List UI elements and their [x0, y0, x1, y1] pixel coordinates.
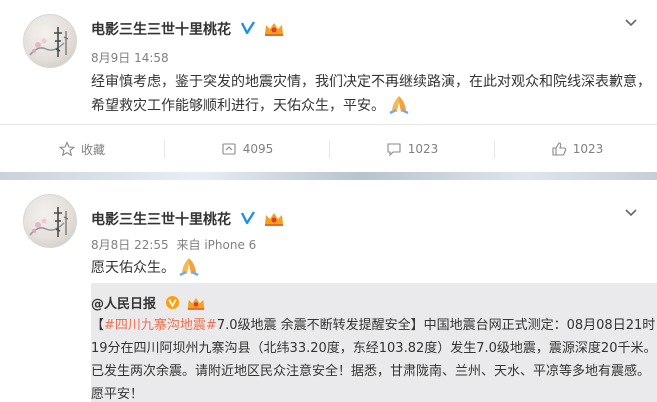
vip-crown-icon[interactable] [186, 296, 206, 311]
topic-link[interactable]: #四川九寨沟地震# [104, 318, 217, 333]
pray-emoji-icon [179, 258, 199, 276]
thumbs-up-icon [552, 142, 567, 156]
repost-author[interactable]: @人民日报 [91, 293, 206, 312]
like-button[interactable]: 1023 [495, 125, 657, 173]
post-text: 愿天佑众生。 [91, 256, 651, 280]
author-name[interactable]: 电影三生三世十里桃花 [91, 19, 285, 39]
avatar-image [29, 207, 69, 237]
comment-button[interactable]: 1023 [330, 125, 494, 173]
post-text: 经审慎考虑，鉴于突发的地震灾情，我们决定不再继续路演，在此对观众和院线深表歉意，… [91, 74, 651, 114]
chevron-down-icon[interactable] [623, 205, 639, 221]
avatar[interactable] [23, 194, 77, 248]
author-name[interactable]: 电影三生三世十里桃花 [91, 209, 285, 229]
post-time[interactable]: 8月8日 22:55 [91, 238, 169, 252]
post-source[interactable]: iPhone 6 [204, 238, 256, 252]
post-time[interactable]: 8月9日 14:58 [91, 49, 169, 66]
repost-text: 【#四川九寨沟地震#7.0级地震 余震不断转发提醒安全】中国地震台网正式测定：0… [91, 318, 657, 402]
page-background [0, 172, 657, 180]
repost-button[interactable]: 4095 [165, 125, 329, 173]
author-name-text[interactable]: 电影三生三世十里桃花 [91, 212, 231, 228]
repost-icon [222, 143, 236, 155]
avatar[interactable] [23, 14, 77, 68]
verified-badge-icon [165, 295, 179, 310]
post-meta: 8月8日 22:55 来自 iPhone 6 [91, 236, 256, 253]
vip-crown-icon[interactable] [263, 21, 285, 37]
post-actions: 收藏 4095 1023 1023 [0, 124, 657, 172]
pray-emoji-icon [389, 96, 409, 114]
star-icon [58, 141, 75, 157]
chevron-down-icon[interactable] [623, 15, 639, 31]
verified-icon [240, 21, 255, 35]
favorite-button[interactable]: 收藏 [0, 125, 164, 173]
avatar-image [29, 27, 69, 57]
weibo-post-2: 电影三生三世十里桃花 8月8日 22:55 来自 iPhone 6 愿天佑众生。… [0, 180, 657, 402]
comment-icon [387, 143, 401, 157]
weibo-post-1: 电影三生三世十里桃花 8月9日 14:58 经审慎考虑，鉴于突发的地震灾情，我们… [0, 0, 657, 172]
reposted-content[interactable]: @人民日报 【#四川九寨沟地震#7.0级地震 余震不断转发提醒安全】中国地震台网… [91, 283, 657, 402]
source-prefix: 来自 [176, 238, 201, 252]
author-name-text[interactable]: 电影三生三世十里桃花 [91, 22, 231, 38]
vip-crown-icon[interactable] [263, 211, 285, 227]
verified-icon [240, 211, 255, 225]
